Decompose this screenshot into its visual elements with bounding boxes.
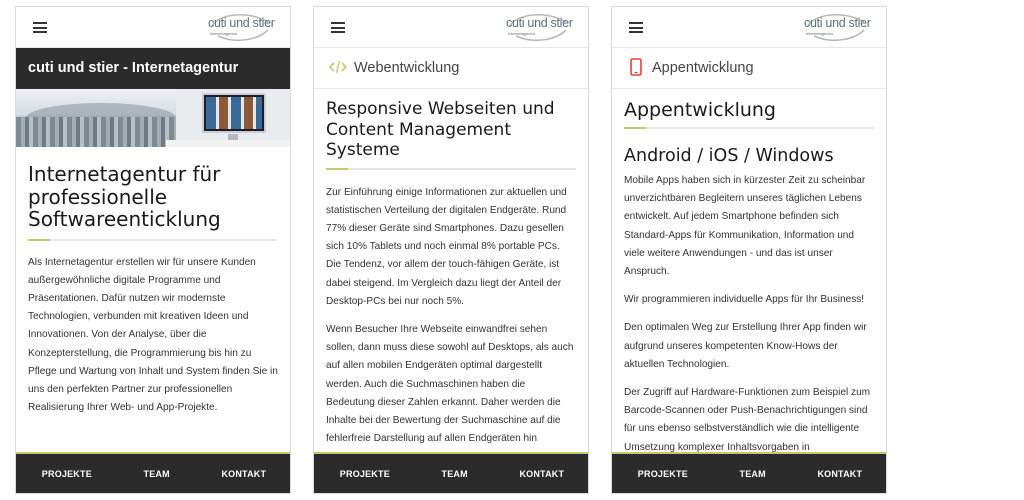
logo-text: cuti und stier bbox=[208, 16, 275, 30]
page-heading: Internetagentur für professionelle Softw… bbox=[28, 162, 221, 231]
nav-team[interactable]: TEAM bbox=[740, 469, 766, 479]
nav-kontakt[interactable]: KONTAKT bbox=[221, 469, 266, 479]
page-heading: Appentwicklung bbox=[624, 99, 776, 121]
nav-projekte[interactable]: PROJEKTE bbox=[340, 469, 390, 479]
logo-text: cuti und stier bbox=[804, 16, 871, 30]
phone-screen-appentwicklung: cuti und stier Internetagentur Appentwic… bbox=[611, 6, 887, 494]
section-label: Webentwicklung bbox=[354, 60, 460, 76]
top-bar: cuti und stier Internetagentur bbox=[16, 7, 290, 48]
nav-kontakt[interactable]: KONTAKT bbox=[817, 469, 862, 479]
section-label: Appentwicklung bbox=[652, 60, 754, 76]
hamburger-menu-icon[interactable] bbox=[629, 22, 643, 33]
logo-subtext: Internetagentur bbox=[806, 31, 834, 36]
heading-underline bbox=[28, 238, 278, 241]
top-bar: cuti und stier Internetagentur bbox=[314, 7, 588, 48]
page-heading: Responsive Webseiten und Content Managem… bbox=[326, 99, 555, 160]
nav-projekte[interactable]: PROJEKTE bbox=[638, 469, 688, 479]
heading-underline bbox=[326, 167, 576, 170]
content-paragraph: Zur Einführung einige Informationen zur … bbox=[326, 186, 567, 307]
smartphone-icon bbox=[630, 58, 642, 76]
logo-text: cuti und stier bbox=[506, 16, 573, 30]
hero-image bbox=[16, 89, 290, 147]
phone-screen-webentwicklung: cuti und stier Internetagentur Webentwic… bbox=[313, 6, 589, 494]
bottom-nav: PROJEKTE TEAM KONTAKT bbox=[16, 452, 290, 493]
top-bar: cuti und stier Internetagentur bbox=[612, 7, 886, 48]
logo-subtext: Internetagentur bbox=[508, 31, 536, 36]
page-title-bar: cuti und stier - Internetagentur bbox=[16, 48, 290, 89]
monitor-illustration bbox=[202, 93, 266, 133]
code-icon bbox=[329, 60, 347, 74]
section-header: Appentwicklung bbox=[612, 48, 886, 89]
nav-team[interactable]: TEAM bbox=[442, 469, 468, 479]
intro-paragraph: Als Internetagentur erstellen wir für un… bbox=[28, 256, 278, 414]
brand-logo[interactable]: cuti und stier Internetagentur bbox=[804, 12, 871, 42]
hamburger-menu-icon[interactable] bbox=[33, 22, 47, 33]
bottom-nav: PROJEKTE TEAM KONTAKT bbox=[314, 452, 588, 493]
nav-kontakt[interactable]: KONTAKT bbox=[519, 469, 564, 479]
logo-subtext: Internetagentur bbox=[210, 31, 238, 36]
nav-team[interactable]: TEAM bbox=[144, 469, 170, 479]
heading-underline bbox=[624, 127, 874, 129]
sub-heading: Android / iOS / Windows bbox=[624, 146, 834, 166]
content-paragraph: Wir programmieren individuelle Apps für … bbox=[624, 294, 865, 306]
brand-logo[interactable]: cuti und stier Internetagentur bbox=[208, 12, 275, 42]
content-paragraph: Mobile Apps haben sich in kürzester Zeit… bbox=[624, 175, 866, 278]
content-paragraph: Wenn Besucher Ihre Webseite einwandfrei … bbox=[326, 323, 574, 445]
content-paragraph: Den optimalen Weg zur Erstellung Ihrer A… bbox=[624, 322, 867, 370]
nav-projekte[interactable]: PROJEKTE bbox=[42, 469, 92, 479]
section-header: Webentwicklung bbox=[314, 48, 588, 89]
hamburger-menu-icon[interactable] bbox=[331, 22, 345, 33]
content-paragraph: Der Zugriff auf Hardware-Funktionen zum … bbox=[624, 387, 871, 453]
brand-logo[interactable]: cuti und stier Internetagentur bbox=[506, 12, 573, 42]
bottom-nav: PROJEKTE TEAM KONTAKT bbox=[612, 452, 886, 493]
phone-screen-home: cuti und stier Internetagentur cuti und … bbox=[15, 6, 291, 494]
